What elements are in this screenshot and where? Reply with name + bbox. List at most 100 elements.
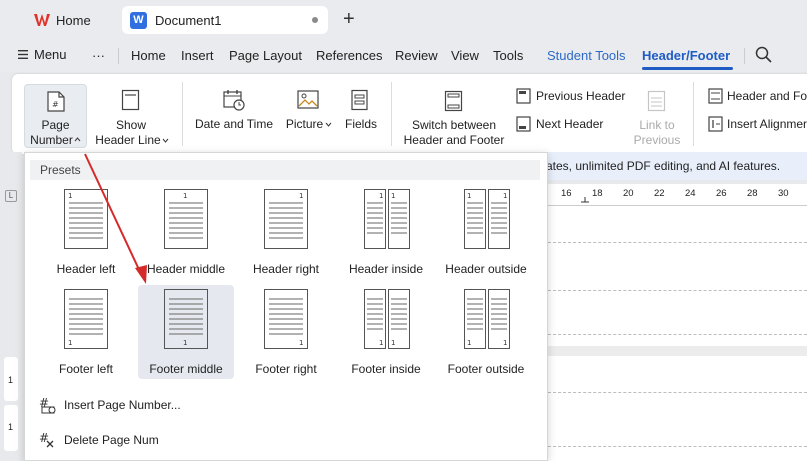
ruler-number: 18 — [592, 188, 603, 199]
promo-info-bar: ates, unlimited PDF editing, and AI feat… — [540, 152, 807, 180]
picture-label: Picture — [285, 117, 324, 131]
switch-header-footer-icon — [444, 90, 463, 112]
next-header-button[interactable]: Next Header — [536, 117, 603, 131]
footer-boundary — [548, 334, 807, 335]
ruler-number: 28 — [747, 188, 758, 199]
header-and-footer-button[interactable]: Header and Fo — [727, 89, 807, 103]
link-to-previous-label-2[interactable]: Previous — [630, 133, 684, 148]
insert-page-number-icon: # — [39, 396, 56, 414]
menu-tools[interactable]: Tools — [493, 47, 523, 65]
ruler-number: 26 — [716, 188, 727, 199]
header-boundary — [548, 290, 807, 291]
previous-header-icon — [516, 88, 531, 104]
svg-text:1: 1 — [68, 339, 72, 347]
footer-middle-preview-icon: 1 — [164, 289, 208, 349]
svg-text:1: 1 — [467, 192, 471, 200]
svg-text:#: # — [39, 431, 49, 445]
new-tab-button[interactable]: + — [343, 8, 361, 30]
document-page[interactable] — [548, 206, 807, 346]
unsaved-dot-icon[interactable] — [312, 17, 318, 23]
svg-text:1: 1 — [183, 192, 187, 200]
ruler-number: 20 — [623, 188, 634, 199]
preset-label: Footer outside — [447, 362, 525, 376]
active-tab-underline — [642, 67, 733, 70]
svg-text:1: 1 — [299, 339, 303, 347]
ruler-number: 16 — [561, 188, 572, 199]
svg-text:1: 1 — [503, 192, 507, 200]
menu-page-layout[interactable]: Page Layout — [229, 47, 302, 65]
ruler-marker: 1 — [8, 375, 14, 385]
wps-logo-icon — [34, 14, 50, 26]
header-inside-preview-icon: 11 — [364, 189, 410, 249]
switch-label-1[interactable]: Switch between — [400, 118, 508, 133]
ribbon-separator — [391, 82, 392, 146]
insert-alignment-button[interactable]: Insert Alignmer — [727, 117, 807, 131]
ruler-number: 22 — [654, 188, 665, 199]
link-to-previous-label-1[interactable]: Link to — [630, 118, 684, 133]
preset-label: Header outside — [445, 262, 527, 276]
svg-text:1: 1 — [379, 339, 383, 347]
previous-header-button[interactable]: Previous Header — [536, 89, 625, 103]
next-header-icon — [516, 116, 531, 132]
menu-references[interactable]: References — [316, 47, 382, 65]
link-to-previous-icon — [647, 90, 666, 112]
menu-header-footer[interactable]: Header/Footer — [642, 47, 730, 65]
ribbon-separator — [182, 82, 183, 146]
menu-home[interactable]: Home — [131, 47, 166, 65]
chevron-down-icon — [162, 138, 169, 143]
svg-text:1: 1 — [68, 192, 72, 200]
date-and-time-button[interactable]: Date and Time — [193, 117, 275, 132]
tab-document-label: Document1 — [155, 12, 222, 28]
search-icon[interactable] — [755, 46, 772, 63]
ruler-number: 24 — [685, 188, 696, 199]
header-boundary — [548, 242, 807, 243]
svg-text:#: # — [52, 100, 59, 109]
ribbon-separator — [693, 82, 694, 146]
menu-insert[interactable]: Insert — [181, 47, 214, 65]
menu-view[interactable]: View — [451, 47, 479, 65]
insert-alignment-icon — [708, 116, 723, 132]
fields-button[interactable]: Fields — [338, 117, 384, 132]
header-right-preview-icon: 1 — [264, 189, 308, 249]
annotation-arrow-icon — [84, 153, 147, 284]
page-number-icon: # — [47, 91, 65, 112]
writer-doc-icon: W — [130, 11, 147, 29]
insert-page-number-item[interactable]: # Insert Page Number... — [38, 394, 238, 416]
header-boundary — [548, 446, 807, 447]
page-number-label-2: Number — [30, 133, 73, 147]
svg-text:1: 1 — [391, 192, 395, 200]
footer-right-preview-icon: 1 — [264, 289, 308, 349]
menu-review[interactable]: Review — [395, 47, 438, 65]
switch-label-2[interactable]: Header and Footer — [400, 133, 508, 148]
menu-student-tools[interactable]: Student Tools — [547, 47, 626, 65]
delete-page-num-item[interactable]: # Delete Page Num — [38, 429, 238, 451]
fields-icon — [351, 89, 368, 111]
tab-document[interactable]: W Document1 — [122, 6, 328, 34]
picture-button[interactable]: Picture — [281, 117, 337, 132]
page-number-button[interactable]: # Page Number — [24, 84, 87, 148]
insert-page-number-label: Insert Page Number... — [64, 398, 181, 412]
tab-home[interactable]: Home — [22, 6, 112, 34]
hamburger-icon — [18, 50, 28, 59]
ruler-marker: 1 — [8, 422, 14, 432]
menu-label: Menu — [34, 47, 67, 62]
show-header-line-label-1[interactable]: Show — [102, 118, 160, 133]
tab-home-label: Home — [56, 12, 91, 28]
svg-text:#: # — [39, 396, 49, 410]
more-button[interactable]: ··· — [92, 47, 105, 65]
footer-left-preview-icon: 1 — [64, 289, 108, 349]
svg-text:1: 1 — [467, 339, 471, 347]
ruler-number: 30 — [778, 188, 789, 199]
header-footer-options-icon — [708, 88, 723, 104]
tab-selector-icon[interactable]: L — [5, 190, 17, 202]
main-menu-button[interactable]: Menu — [18, 47, 67, 62]
show-header-line-button[interactable]: Header Line — [94, 133, 170, 148]
svg-text:1: 1 — [183, 339, 187, 347]
picture-icon — [297, 90, 319, 109]
page-number-label-1: Page — [41, 118, 70, 132]
svg-text:1: 1 — [391, 339, 395, 347]
indent-marker-icon[interactable] — [580, 196, 590, 204]
svg-text:1: 1 — [299, 192, 303, 200]
header-outside-preview-icon: 11 — [464, 189, 510, 249]
svg-text:1: 1 — [503, 339, 507, 347]
